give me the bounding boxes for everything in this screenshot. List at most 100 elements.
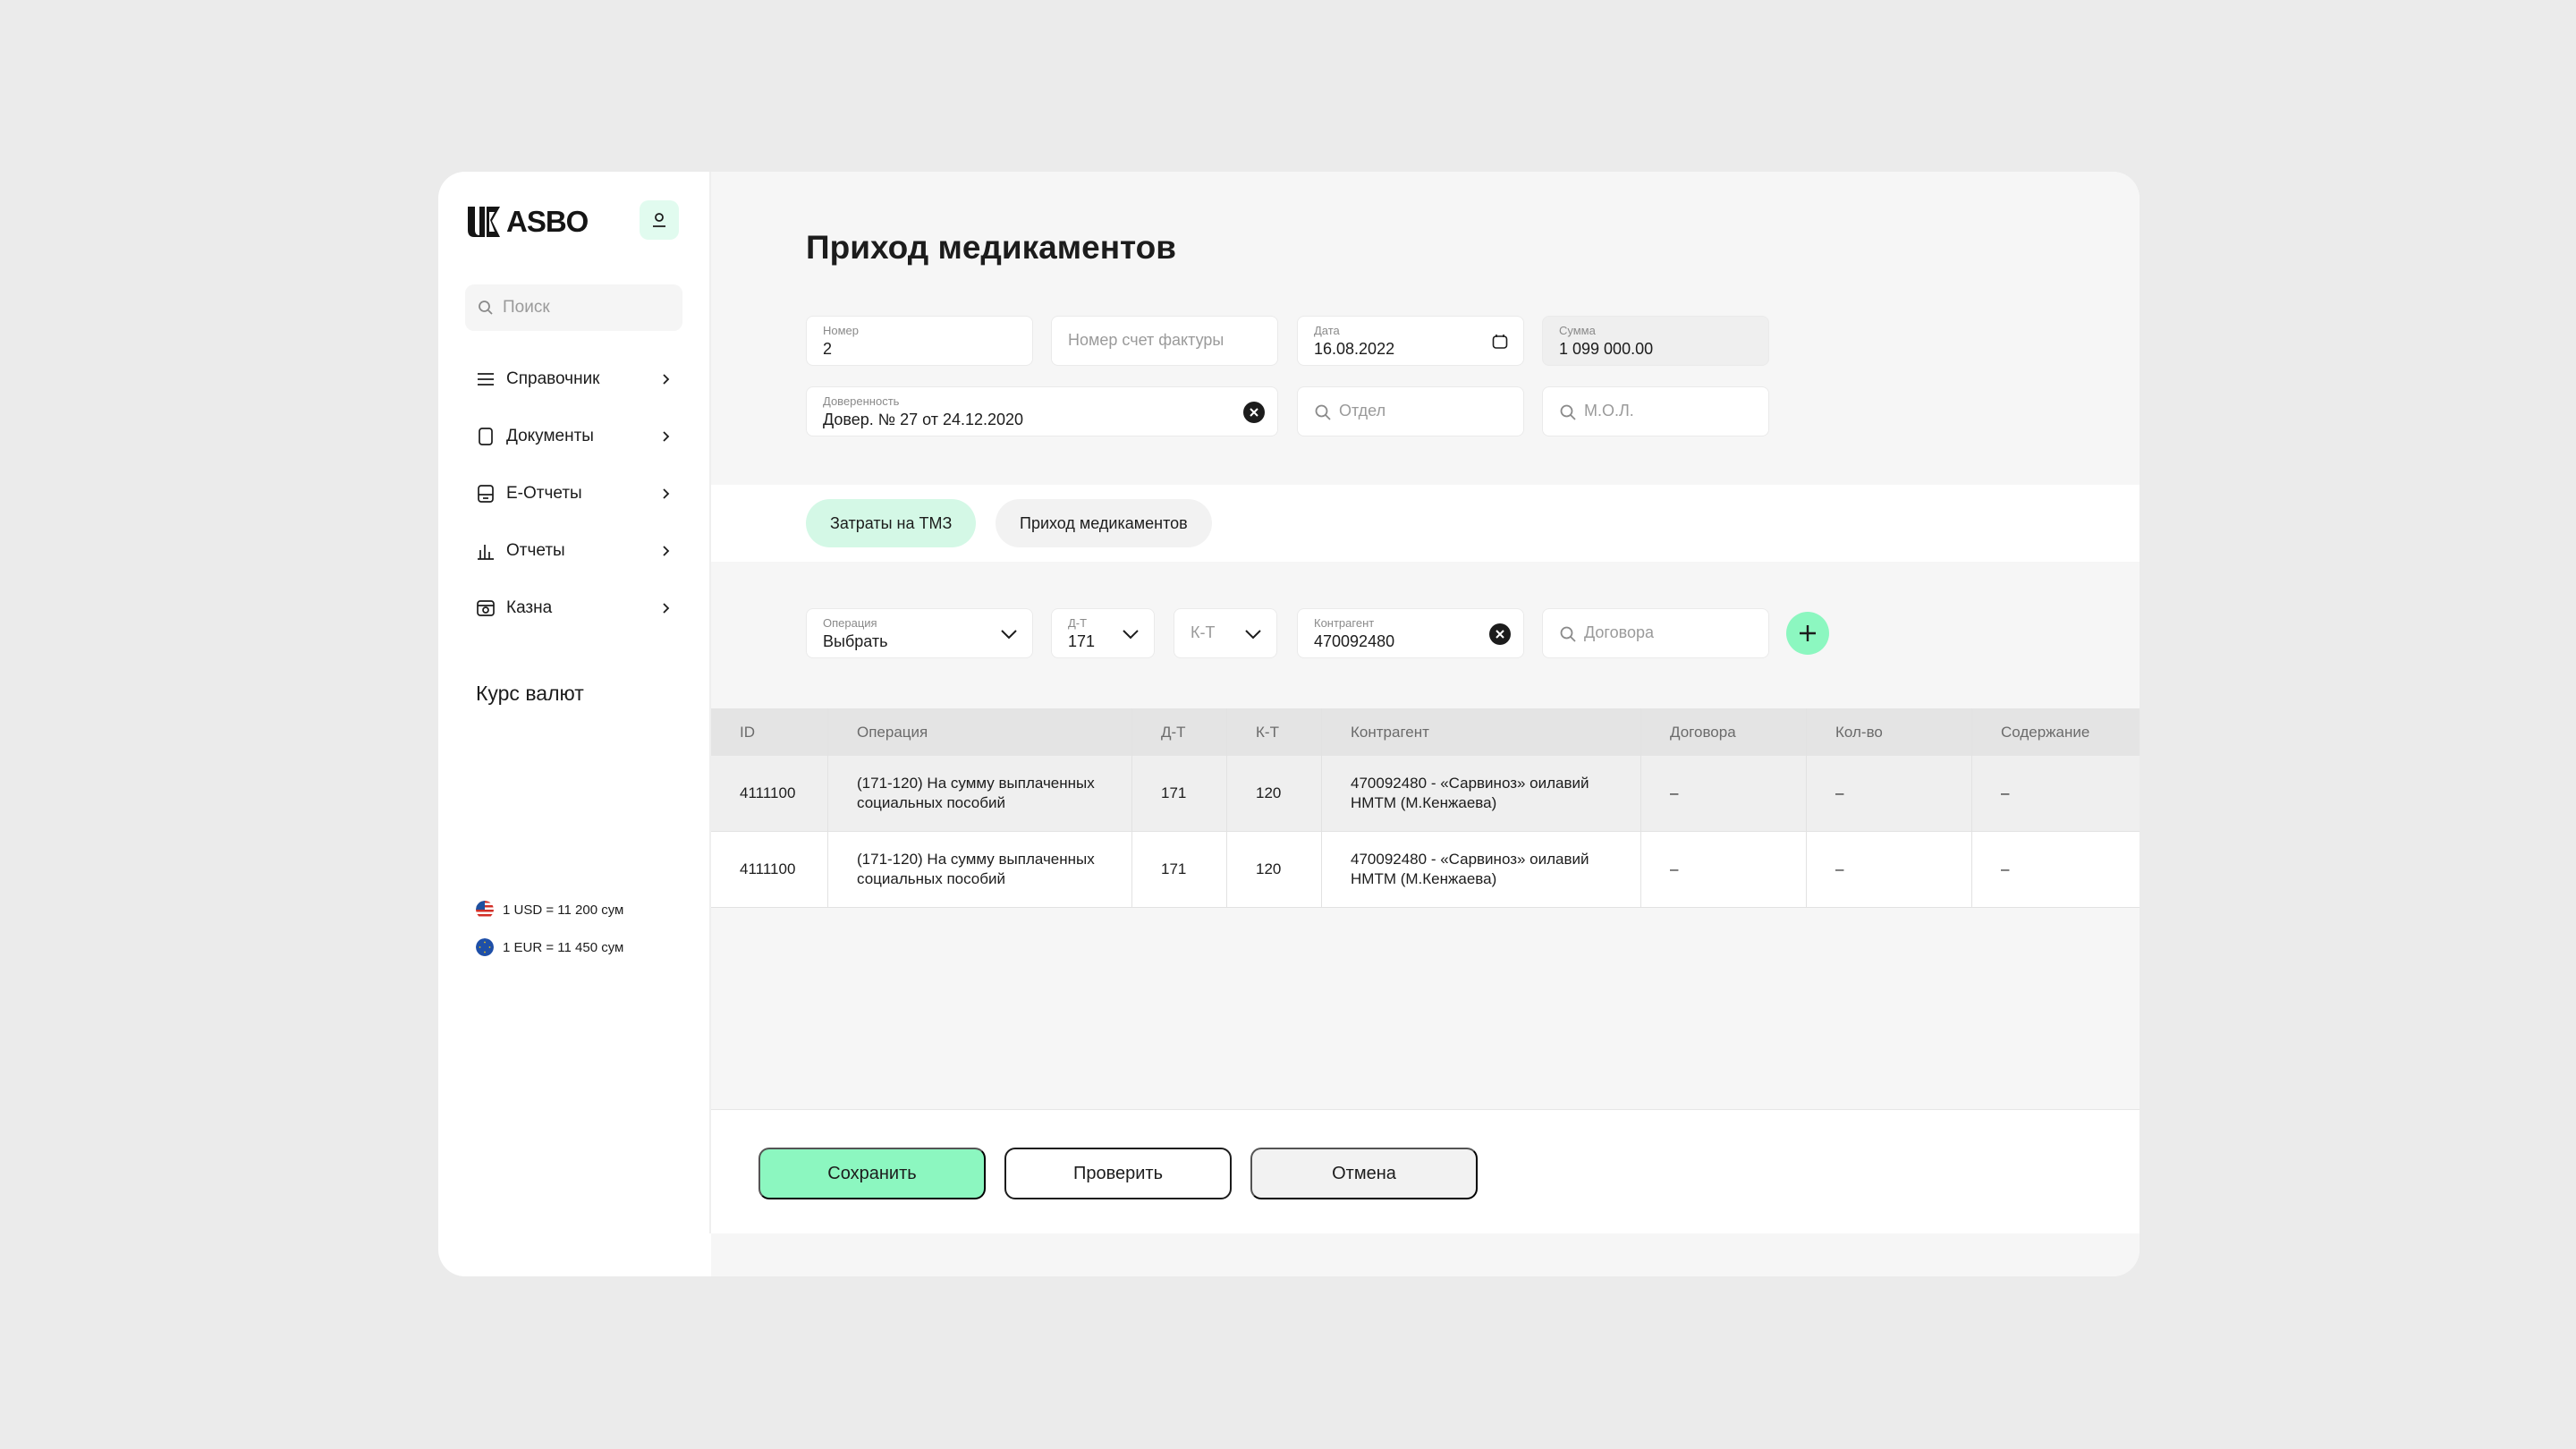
profile-button[interactable] xyxy=(640,200,679,240)
sidebar-item-label: Справочник xyxy=(506,369,600,388)
check-button[interactable]: Проверить xyxy=(1004,1148,1232,1199)
page-title: Приход медикаментов xyxy=(806,229,1177,266)
sidebar-item-label: Казна xyxy=(506,598,553,617)
field-value: Довер. № 27 от 24.12.2020 xyxy=(823,411,1024,428)
field-placeholder: Отдел xyxy=(1339,402,1386,419)
us-flag-icon xyxy=(476,901,494,919)
column-header[interactable]: Операция xyxy=(828,708,1132,756)
close-icon xyxy=(1489,623,1511,645)
kt-select[interactable]: К-Т xyxy=(1174,608,1277,658)
search-icon xyxy=(1560,626,1576,642)
operation-select[interactable]: Операция Выбрать xyxy=(806,608,1033,658)
search-icon xyxy=(479,301,493,315)
chevron-down-icon xyxy=(1120,623,1141,645)
power-of-attorney-field[interactable]: Доверенность Довер. № 27 от 24.12.2020 xyxy=(806,386,1278,436)
tabs-bar: Затраты на ТМЗ Приход медикаментов xyxy=(711,485,2140,562)
rate-text: 1 USD = 11 200 сум xyxy=(503,902,624,918)
table-cell: 470092480 - «Сарвиноз» оилавий НМТМ (М.К… xyxy=(1322,756,1641,831)
table-cell: 4111100 xyxy=(711,756,828,831)
table-cell: 171 xyxy=(1132,832,1227,907)
chevron-down-icon xyxy=(1242,623,1264,645)
column-header[interactable]: Д-Т xyxy=(1132,708,1227,756)
cancel-button[interactable]: Отмена xyxy=(1250,1148,1478,1199)
rate-text: 1 EUR = 11 450 сум xyxy=(503,939,624,955)
save-button[interactable]: Сохранить xyxy=(758,1148,986,1199)
dt-select[interactable]: Д-Т 171 xyxy=(1051,608,1155,658)
column-header[interactable]: Содержание xyxy=(1972,708,2140,756)
e-report-icon xyxy=(476,484,496,504)
sidebar-item-treasury[interactable]: Казна xyxy=(465,580,682,637)
table-header: ID Операция Д-Т К-Т Контрагент Договора … xyxy=(711,708,2140,756)
table-cell: – xyxy=(1807,832,1972,907)
field-label: Доверенность xyxy=(823,394,900,408)
close-icon xyxy=(1243,402,1265,423)
sum-field: Сумма 1 099 000.00 xyxy=(1542,316,1769,366)
chevron-down-icon xyxy=(998,623,1020,645)
search-icon xyxy=(1315,404,1331,420)
sidebar: ASBO Справочник xyxy=(438,172,711,1233)
field-label: Дата xyxy=(1314,324,1340,337)
table-cell: 120 xyxy=(1227,832,1322,907)
main-content: Приход медикаментов Номер 2 Номер счет ф… xyxy=(711,172,2140,1276)
tab-medicine-income[interactable]: Приход медикаментов xyxy=(996,499,1212,547)
sidebar-item-documents[interactable]: Документы xyxy=(465,408,682,465)
invoice-number-field[interactable]: Номер счет фактуры xyxy=(1051,316,1278,366)
counterparty-field[interactable]: Контрагент 470092480 xyxy=(1297,608,1524,658)
field-placeholder: Договора xyxy=(1584,623,1654,641)
currency-rate-usd: 1 USD = 11 200 сум xyxy=(476,901,623,919)
table-cell: – xyxy=(1641,756,1807,831)
field-label: Сумма xyxy=(1559,324,1596,337)
clear-button[interactable] xyxy=(1489,623,1511,645)
table-cell: – xyxy=(2001,784,2010,801)
sidebar-item-label: Отчеты xyxy=(506,541,565,560)
contract-field[interactable]: Договора xyxy=(1542,608,1769,658)
sidebar-nav: Справочник Документы E-Отчеты Отчеты Каз… xyxy=(465,351,682,637)
field-value: Выбрать xyxy=(823,632,888,650)
sidebar-item-e-reports[interactable]: E-Отчеты xyxy=(465,465,682,522)
add-row-button[interactable] xyxy=(1786,612,1829,655)
table-cell: (171-120) На сумму выплаченных социальны… xyxy=(828,756,1132,831)
column-header[interactable]: Договора xyxy=(1641,708,1807,756)
search-input[interactable] xyxy=(503,298,673,318)
clear-button[interactable] xyxy=(1243,402,1265,423)
chevron-right-icon xyxy=(663,546,670,556)
sidebar-item-label: Документы xyxy=(506,427,594,445)
logo-text: ASBO xyxy=(506,205,589,238)
number-field[interactable]: Номер 2 xyxy=(806,316,1033,366)
field-placeholder: Номер счет фактуры xyxy=(1068,331,1224,349)
table-cell: 470092480 - «Сарвиноз» оилавий НМТМ (М.К… xyxy=(1322,832,1641,907)
table-cell: 120 xyxy=(1227,756,1322,831)
sidebar-item-label: E-Отчеты xyxy=(506,484,582,503)
column-header[interactable]: ID xyxy=(711,708,828,756)
logo-mark-icon xyxy=(468,207,500,237)
menu-icon xyxy=(476,369,496,389)
tab-tmz-costs[interactable]: Затраты на ТМЗ xyxy=(806,499,977,547)
logo[interactable]: ASBO xyxy=(465,202,589,242)
search-icon xyxy=(1560,404,1576,420)
field-value: 16.08.2022 xyxy=(1314,340,1395,358)
sidebar-search[interactable] xyxy=(465,284,682,331)
mol-field[interactable]: М.О.Л. xyxy=(1542,386,1769,436)
column-header[interactable]: Кол-во xyxy=(1807,708,1972,756)
field-placeholder: К-Т xyxy=(1191,623,1216,641)
chevron-right-icon xyxy=(663,488,670,499)
table-cell: – xyxy=(2001,860,2010,877)
column-header[interactable]: К-Т xyxy=(1227,708,1322,756)
table-cell: 171 xyxy=(1132,756,1227,831)
table-row[interactable]: 4111100 (171-120) На сумму выплаченных с… xyxy=(711,756,2140,832)
sidebar-item-reference[interactable]: Справочник xyxy=(465,351,682,408)
table-cell: (171-120) На сумму выплаченных социальны… xyxy=(828,832,1132,907)
bar-chart-icon xyxy=(476,541,496,561)
sidebar-item-reports[interactable]: Отчеты xyxy=(465,522,682,580)
table-cell: 4111100 xyxy=(711,832,828,907)
chevron-right-icon xyxy=(663,374,670,385)
table-row[interactable]: 4111100 (171-120) На сумму выплаченных с… xyxy=(711,832,2140,908)
eu-flag-icon xyxy=(476,938,494,956)
calendar-icon[interactable] xyxy=(1489,331,1511,352)
field-value: 1 099 000.00 xyxy=(1559,340,1654,358)
department-field[interactable]: Отдел xyxy=(1297,386,1524,436)
date-field[interactable]: Дата 16.08.2022 xyxy=(1297,316,1524,366)
column-header[interactable]: Контрагент xyxy=(1322,708,1641,756)
field-placeholder: М.О.Л. xyxy=(1584,402,1634,419)
field-value: 2 xyxy=(823,340,833,358)
